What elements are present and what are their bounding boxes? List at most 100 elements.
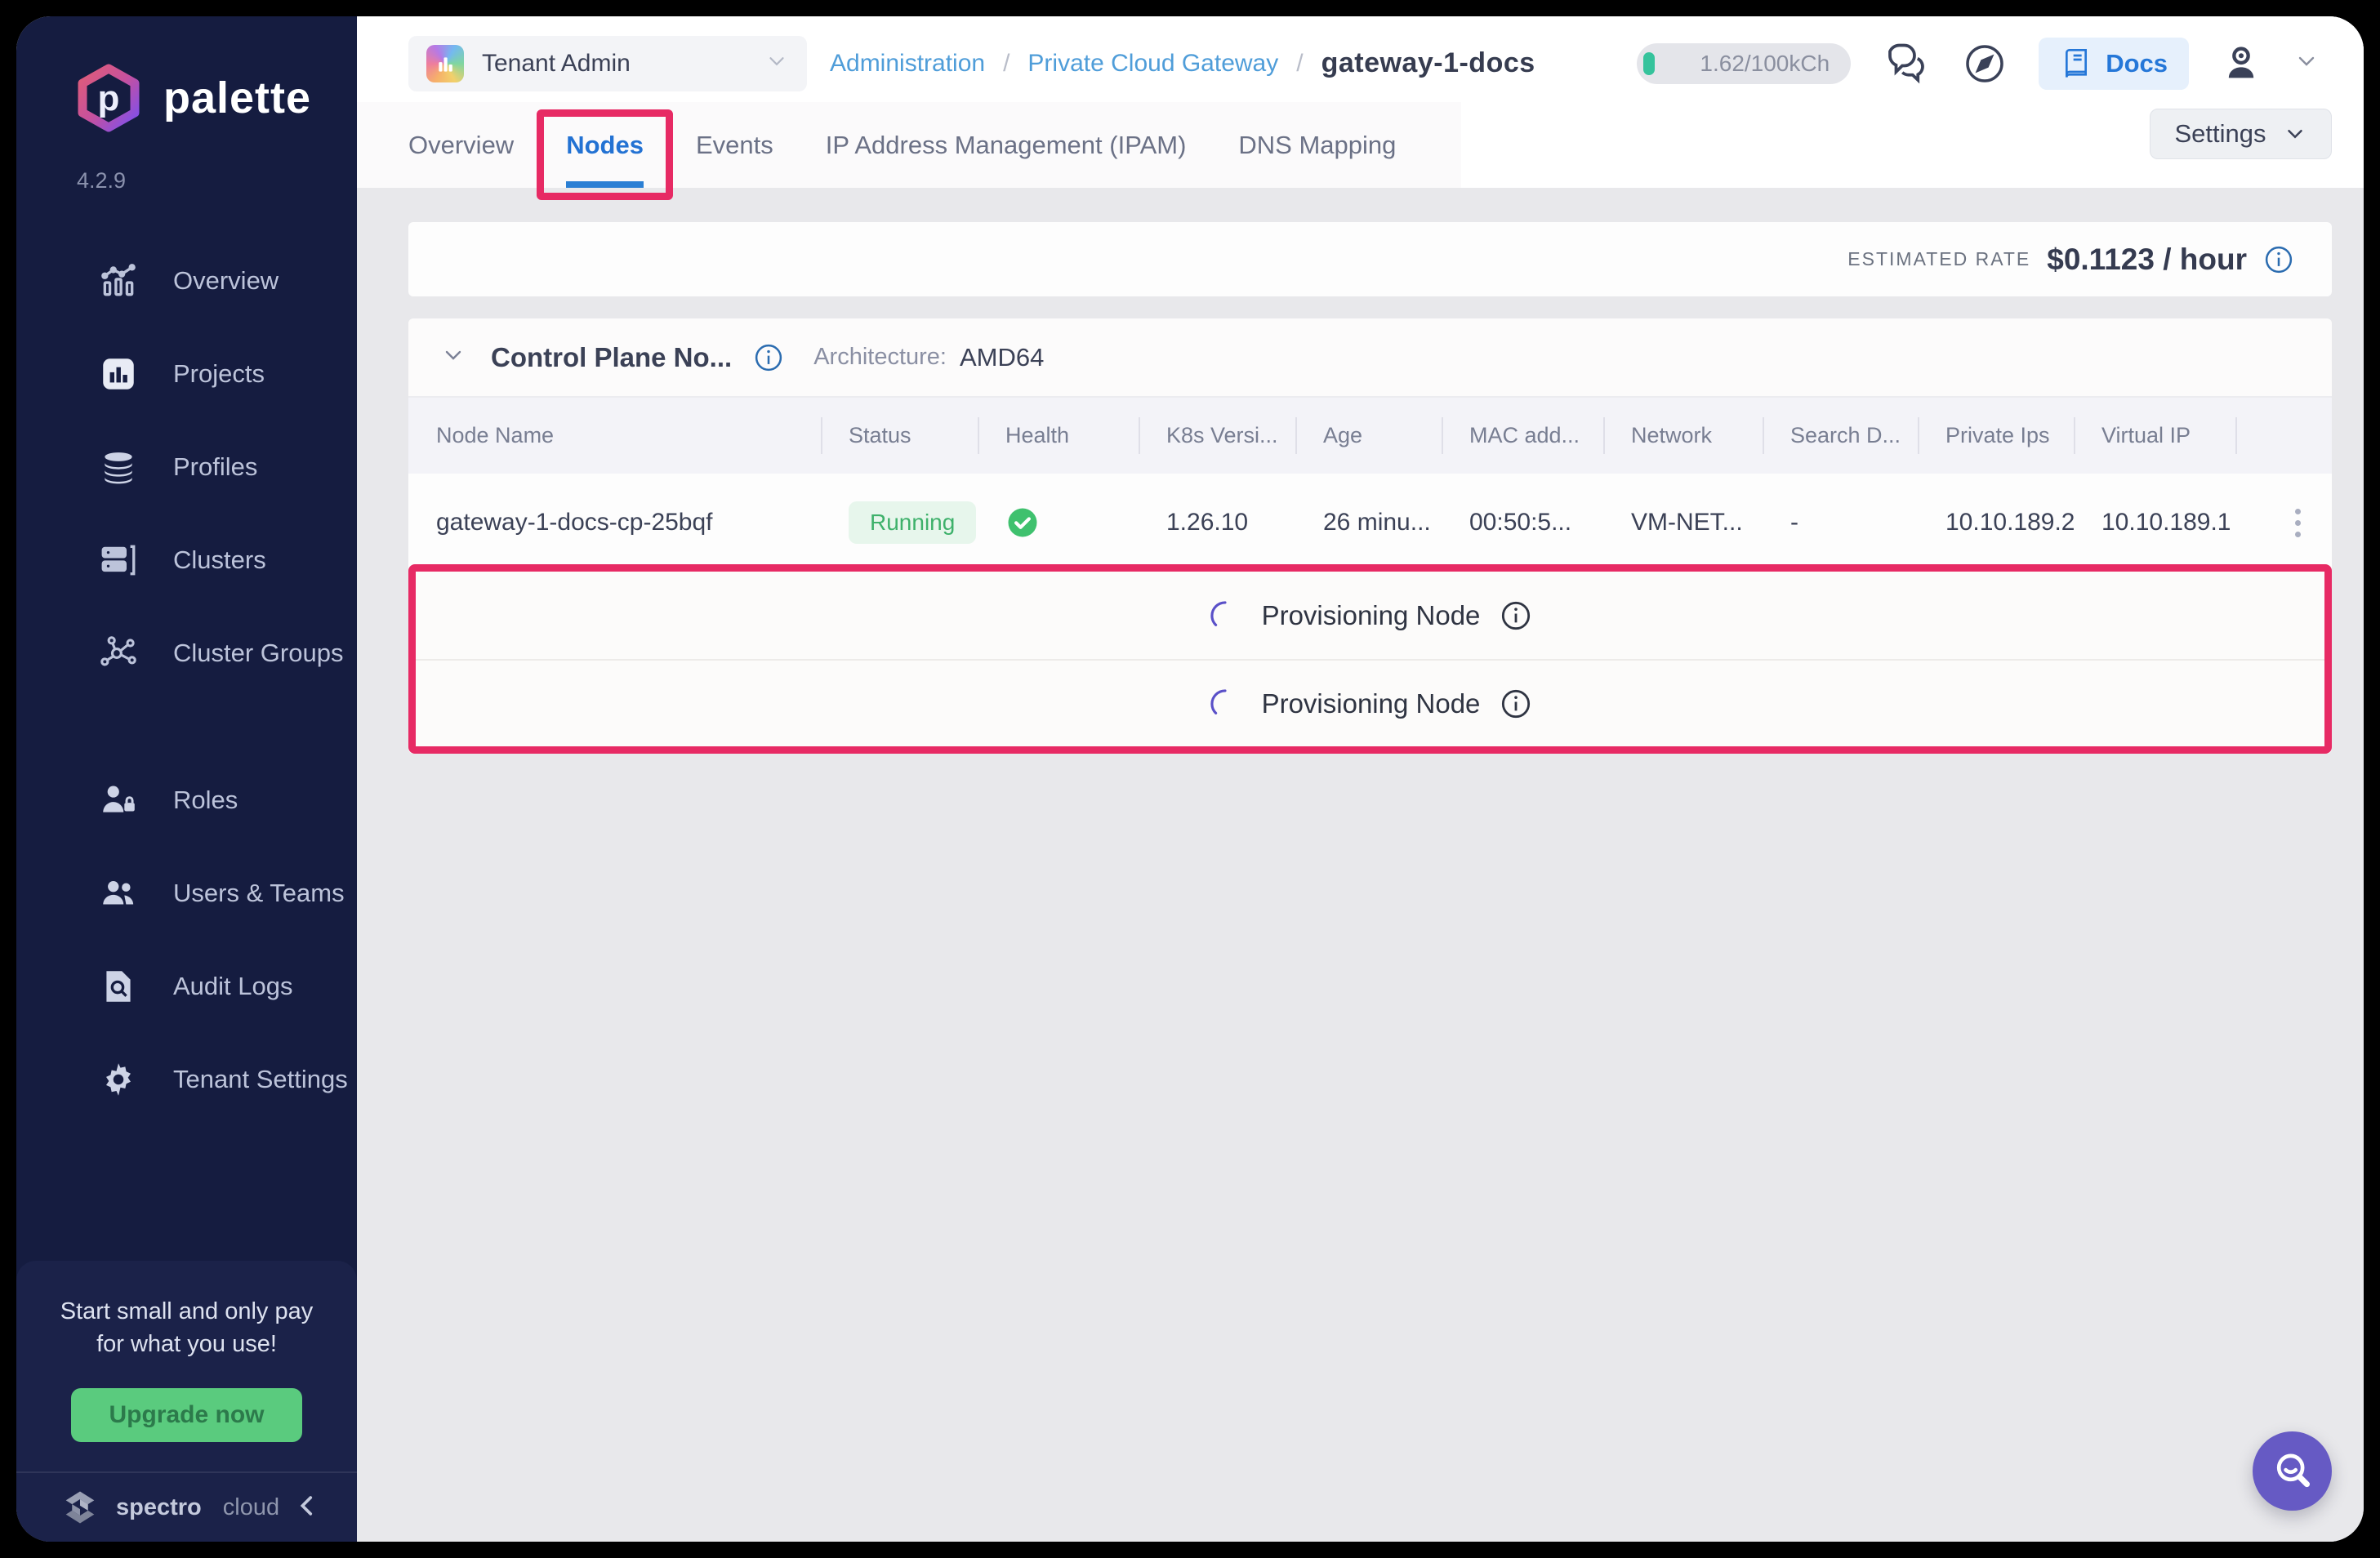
search-icon [2270,1449,2315,1494]
breadcrumb-link-administration[interactable]: Administration [830,50,985,78]
compass-icon [1962,41,2008,87]
column-header-mac-address[interactable]: MAC add... [1442,398,1603,474]
column-header-health[interactable]: Health [978,398,1139,474]
sidebar-item-label: Overview [173,266,279,296]
breadcrumb-separator: / [1003,50,1009,78]
info-icon[interactable] [1500,599,1532,632]
chevron-down-icon [2283,122,2307,146]
sidebar-item-roles[interactable]: Roles [16,754,357,847]
sidebar-group-gap [16,700,357,754]
cell-search-domain: - [1763,474,1918,572]
tab-events[interactable]: Events [696,102,773,188]
control-plane-section-header: Control Plane No... Architecture: AMD64 [408,318,2332,398]
table-header-row: Node Name Status Health K8s Versi... Age… [408,398,2332,474]
breadcrumb-link-private-cloud-gateway[interactable]: Private Cloud Gateway [1027,50,1278,78]
sidebar-item-profiles[interactable]: Profiles [16,421,357,514]
user-menu-button[interactable] [2220,42,2262,85]
column-header-private-ips[interactable]: Private Ips [1918,398,2074,474]
column-header-search-domain[interactable]: Search D... [1763,398,1918,474]
docs-button[interactable]: Docs [2039,38,2189,90]
sidebar-spacer [16,1126,357,1261]
sidebar-footer: spectro cloud [16,1471,357,1542]
loading-spinner-icon [1208,687,1242,721]
column-header-k8s-version[interactable]: K8s Versi... [1139,398,1295,474]
sidebar-collapse-button[interactable] [293,1488,321,1528]
info-icon[interactable] [2263,244,2294,275]
version-label: 4.2.9 [16,132,357,194]
sidebar-item-label: Projects [173,359,265,389]
info-icon[interactable] [753,342,784,373]
projects-icon [98,354,139,394]
column-header-actions [2235,398,2332,474]
cell-network: VM-NET... [1603,474,1763,572]
profiles-stack-icon [98,447,139,487]
usage-progress-indicator [1643,52,1655,75]
sidebar-item-cluster-groups[interactable]: Cluster Groups [16,607,357,700]
docs-book-icon [2060,47,2093,80]
column-header-status[interactable]: Status [821,398,978,474]
tenant-scope-select[interactable]: Tenant Admin [408,36,807,91]
feedback-chat-button[interactable] [1882,39,1931,88]
column-header-network[interactable]: Network [1603,398,1763,474]
sidebar-item-label: Tenant Settings [173,1065,348,1094]
sidebar-item-users-teams[interactable]: Users & Teams [16,847,357,940]
sidebar-item-overview[interactable]: Overview [16,234,357,327]
users-teams-icon [98,873,139,914]
provisioning-node-label: Provisioning Node [1262,600,1481,631]
sidebar-item-audit-logs[interactable]: Audit Logs [16,940,357,1033]
row-actions-kebab-menu[interactable] [2287,501,2309,545]
sidebar-item-tenant-settings[interactable]: Tenant Settings [16,1033,357,1126]
sidebar-item-label: Clusters [173,545,266,575]
chevron-down-icon [764,49,789,78]
sidebar-item-clusters[interactable]: Clusters [16,514,357,607]
usage-meter[interactable]: 1.62/100kCh [1637,43,1851,84]
sidebar-item-label: Users & Teams [173,879,345,908]
health-check-icon [1005,505,1040,540]
overview-chart-icon [98,260,139,301]
tab-overview[interactable]: Overview [408,102,514,188]
cell-node-name: gateway-1-docs-cp-25bqf [408,474,821,572]
upgrade-now-button[interactable]: Upgrade now [71,1388,301,1442]
sidebar-item-projects[interactable]: Projects [16,327,357,421]
tab-bar: Overview Nodes Events IP Address Managem… [357,102,1461,188]
sidebar-item-label: Roles [173,786,238,815]
cell-private-ips: 10.10.189.2 [1918,474,2074,572]
breadcrumb: Administration / Private Cloud Gateway /… [830,47,1535,79]
status-badge: Running [849,501,976,544]
column-header-age[interactable]: Age [1295,398,1442,474]
column-header-node-name[interactable]: Node Name [408,398,821,474]
cell-age: 26 minu... [1295,474,1442,572]
spectro-brand-bold: spectro [116,1494,202,1521]
architecture-value: AMD64 [960,343,1044,372]
section-title: Control Plane No... [491,342,732,373]
info-icon[interactable] [1500,688,1532,720]
settings-button[interactable]: Settings [2150,109,2332,159]
sidebar-item-label: Cluster Groups [173,639,343,668]
breadcrumb-separator: / [1296,50,1303,78]
table-row-node[interactable]: gateway-1-docs-cp-25bqf Running 1.26.10 … [408,474,2332,572]
cell-mac-address: 00:50:5... [1442,474,1603,572]
cell-health [978,474,1139,572]
tab-nodes[interactable]: Nodes [566,102,644,188]
palette-logo: p palette [16,16,357,132]
sidebar-item-label: Profiles [173,452,257,482]
explore-compass-button[interactable] [1962,41,2008,87]
spectro-brand-light: cloud [223,1494,279,1521]
annotation-box-provisioning: Provisioning Node Provisioning Node [408,564,2332,754]
spectro-cloud-icon [59,1486,101,1529]
sidebar-nav: Overview Projects Profiles [16,234,357,1126]
tenant-scope-value: Tenant Admin [482,50,631,78]
cell-status: Running [821,474,978,572]
estimated-rate-value: $0.1123 / hour [2047,243,2247,277]
search-fab-button[interactable] [2253,1431,2332,1511]
header-actions: 1.62/100kCh [1637,38,2320,90]
provisioning-row: Provisioning Node [416,659,2324,746]
chevron-down-icon [2293,48,2320,74]
tab-ipam[interactable]: IP Address Management (IPAM) [826,102,1187,188]
collapse-chevron-icon[interactable] [440,342,466,372]
user-menu-chevron[interactable] [2293,48,2320,78]
tab-dns-mapping[interactable]: DNS Mapping [1238,102,1396,188]
sidebar-item-label: Audit Logs [173,972,293,1001]
upgrade-text-line1: Start small and only pay [36,1295,337,1328]
column-header-virtual-ip[interactable]: Virtual IP [2074,398,2235,474]
